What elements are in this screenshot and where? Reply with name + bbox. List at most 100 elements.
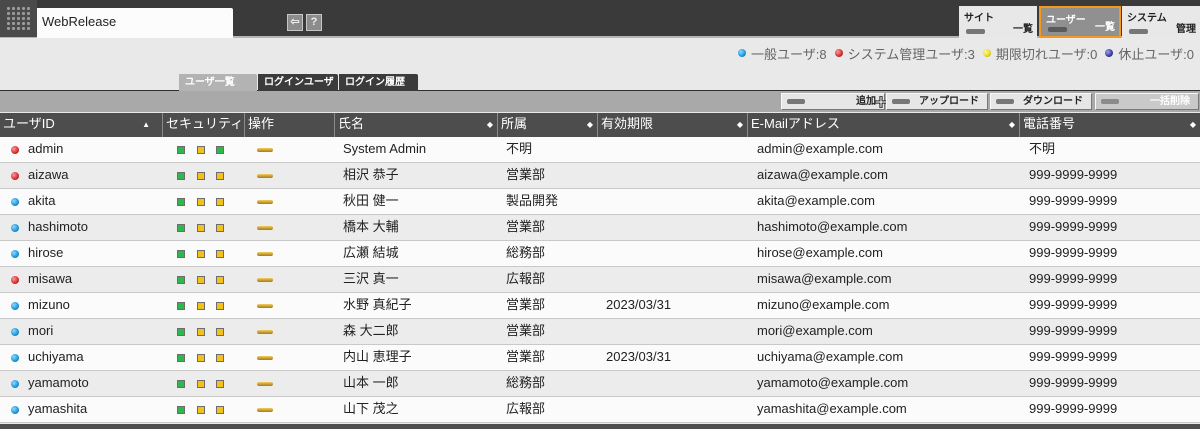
nav-system-admin[interactable]: システム 管理	[1122, 6, 1200, 38]
user-id-link[interactable]: hirose	[28, 241, 63, 266]
security-green-icon[interactable]	[177, 276, 185, 284]
sort-icon[interactable]: ◆	[737, 113, 743, 137]
security-yellow-icon[interactable]	[197, 328, 205, 336]
security-green-icon[interactable]	[177, 328, 185, 336]
bulk-delete-button[interactable]: 一括削除	[1095, 93, 1199, 110]
help-icon[interactable]: ?	[306, 14, 322, 31]
legend-general: 一般ユーザ:8	[738, 44, 827, 63]
user-id-link[interactable]: misawa	[28, 267, 72, 292]
table-row[interactable]: yamashita 山下 茂之 広報部 yamashita@example.com 99…	[0, 397, 1200, 423]
operation-icon[interactable]	[257, 408, 273, 412]
column-header-expiry[interactable]: 有効期限 ◆	[597, 113, 747, 137]
security-yellow-icon[interactable]	[216, 250, 224, 258]
bottom-bar	[0, 424, 1200, 429]
user-id-link[interactable]: mizuno	[28, 293, 70, 318]
security-green-icon[interactable]	[216, 146, 224, 154]
sort-icon[interactable]: ◆	[1009, 113, 1015, 137]
security-yellow-icon[interactable]	[216, 198, 224, 206]
user-id-link[interactable]: uchiyama	[28, 345, 84, 370]
tab-user-list[interactable]: ユーザ一覧	[179, 74, 257, 91]
download-button-indicator	[996, 99, 1014, 104]
operation-icon[interactable]	[257, 278, 273, 282]
user-phone: 999-9999-9999	[1029, 297, 1118, 312]
user-id-link[interactable]: mori	[28, 319, 53, 344]
operation-icon[interactable]	[257, 174, 273, 178]
column-header-email[interactable]: E-Mailアドレス ◆	[747, 113, 1019, 137]
back-arrow-icon[interactable]: ⇦	[287, 14, 303, 31]
download-button[interactable]: ダウンロード	[990, 93, 1092, 110]
nav-site-sub: 一覧	[1013, 24, 1033, 35]
security-yellow-icon[interactable]	[197, 250, 205, 258]
user-department: 営業部	[506, 167, 546, 182]
security-yellow-icon[interactable]	[197, 276, 205, 284]
user-id-link[interactable]: aizawa	[28, 163, 68, 188]
table-row[interactable]: mori 森 大二郎 営業部 mori@example.com 999-9999-999…	[0, 319, 1200, 345]
security-green-icon[interactable]	[177, 172, 185, 180]
security-yellow-icon[interactable]	[197, 354, 205, 362]
security-yellow-icon[interactable]	[216, 406, 224, 414]
security-green-icon[interactable]	[177, 224, 185, 232]
operation-icon[interactable]	[257, 200, 273, 204]
sort-icon[interactable]: ◆	[487, 113, 493, 137]
column-header-name[interactable]: 氏名 ◆	[334, 113, 497, 137]
sort-icon[interactable]: ◆	[587, 113, 593, 137]
security-yellow-icon[interactable]	[216, 172, 224, 180]
user-id-link[interactable]: admin	[28, 137, 63, 162]
operation-icon[interactable]	[257, 330, 273, 334]
table-row[interactable]: admin System Admin 不明 admin@example.com 不明	[0, 137, 1200, 163]
security-green-icon[interactable]	[177, 380, 185, 388]
tab-login-history[interactable]: ログイン履歴	[339, 74, 418, 91]
security-yellow-icon[interactable]	[216, 276, 224, 284]
table-row[interactable]: hashimoto 橋本 大輔 営業部 hashimoto@example.com 99…	[0, 215, 1200, 241]
security-yellow-icon[interactable]	[197, 146, 205, 154]
security-yellow-icon[interactable]	[216, 302, 224, 310]
operation-icon[interactable]	[257, 226, 273, 230]
operation-icon[interactable]	[257, 382, 273, 386]
user-id-link[interactable]: yamashita	[28, 397, 87, 422]
column-header-phone[interactable]: 電話番号 ◆	[1019, 113, 1200, 137]
column-header-user-id[interactable]: ユーザID ▲	[0, 113, 162, 137]
security-yellow-icon[interactable]	[216, 354, 224, 362]
security-green-icon[interactable]	[177, 354, 185, 362]
security-yellow-icon[interactable]	[197, 172, 205, 180]
nav-site-label: サイト	[964, 13, 994, 24]
table-row[interactable]: akita 秋田 健一 製品開発 akita@example.com 999-9999-…	[0, 189, 1200, 215]
operation-icon[interactable]	[257, 304, 273, 308]
column-header-dept[interactable]: 所属 ◆	[497, 113, 597, 137]
table-row[interactable]: mizuno 水野 真紀子 営業部 2023/03/31 mizuno@example.…	[0, 293, 1200, 319]
table-row[interactable]: uchiyama 内山 恵理子 営業部 2023/03/31 uchiyama@exam…	[0, 345, 1200, 371]
security-green-icon[interactable]	[177, 406, 185, 414]
security-yellow-icon[interactable]	[197, 302, 205, 310]
user-phone: 999-9999-9999	[1029, 401, 1118, 416]
sort-asc-icon[interactable]: ▲	[142, 113, 150, 137]
security-green-icon[interactable]	[177, 198, 185, 206]
operation-icon[interactable]	[257, 356, 273, 360]
nav-user-list[interactable]: ユーザー 一覧	[1039, 6, 1121, 38]
app-logo[interactable]	[0, 0, 37, 37]
table-row[interactable]: misawa 三沢 真一 広報部 misawa@example.com 999-9999…	[0, 267, 1200, 293]
sort-icon[interactable]: ◆	[1190, 113, 1196, 137]
tab-login-users[interactable]: ログインユーザ	[258, 74, 338, 91]
legend-admin: システム管理ユーザ:3	[834, 44, 975, 63]
security-yellow-icon[interactable]	[197, 406, 205, 414]
security-green-icon[interactable]	[177, 146, 185, 154]
security-yellow-icon[interactable]	[197, 224, 205, 232]
security-yellow-icon[interactable]	[197, 380, 205, 388]
security-yellow-icon[interactable]	[197, 198, 205, 206]
upload-button[interactable]: アップロード	[886, 93, 988, 110]
operation-icon[interactable]	[257, 252, 273, 256]
table-row[interactable]: yamamoto 山本 一郎 総務部 yamamoto@example.com 999-…	[0, 371, 1200, 397]
table-row[interactable]: hirose 広瀬 結城 総務部 hirose@example.com 999-9999…	[0, 241, 1200, 267]
security-yellow-icon[interactable]	[216, 328, 224, 336]
operation-icon[interactable]	[257, 148, 273, 152]
security-green-icon[interactable]	[177, 302, 185, 310]
add-button[interactable]: 追加	[781, 93, 887, 110]
security-green-icon[interactable]	[177, 250, 185, 258]
user-id-link[interactable]: yamamoto	[28, 371, 89, 396]
user-id-link[interactable]: akita	[28, 189, 55, 214]
nav-site-list[interactable]: サイト 一覧	[959, 6, 1037, 38]
user-id-link[interactable]: hashimoto	[28, 215, 88, 240]
table-row[interactable]: aizawa 相沢 恭子 営業部 aizawa@example.com 999-9999…	[0, 163, 1200, 189]
security-yellow-icon[interactable]	[216, 224, 224, 232]
security-yellow-icon[interactable]	[216, 380, 224, 388]
